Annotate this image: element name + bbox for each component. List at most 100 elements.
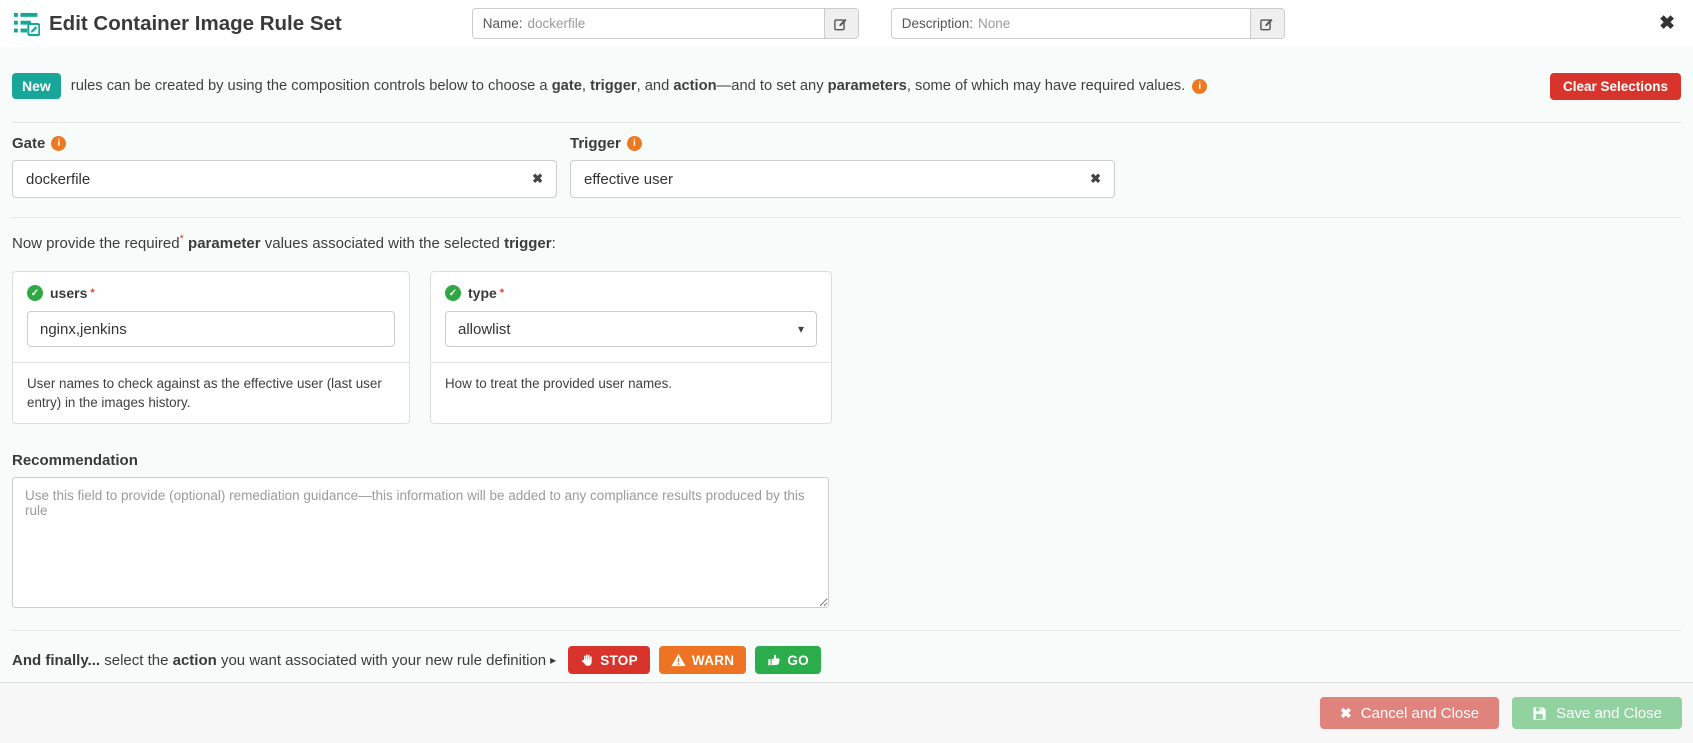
x-icon: ✖ bbox=[1339, 704, 1352, 721]
description-field-label: Description: bbox=[901, 16, 974, 31]
edit-name-button[interactable] bbox=[823, 9, 858, 38]
check-circle-icon: ✓ bbox=[445, 285, 461, 301]
close-icon[interactable]: ✖ bbox=[1659, 14, 1675, 33]
intro-row: New rules can be created by using the co… bbox=[12, 72, 1681, 100]
intro-seg: rules can be created by using the compos… bbox=[70, 78, 552, 94]
name-field-label: Name: bbox=[482, 16, 523, 31]
type-label-row: ✓ type * bbox=[445, 285, 817, 301]
parameter-word: parameter bbox=[188, 235, 261, 252]
description-field-value: None bbox=[978, 16, 1011, 31]
chevron-down-icon: ▾ bbox=[797, 322, 804, 336]
type-param-name: type bbox=[468, 285, 497, 301]
required-asterisk: * bbox=[90, 287, 95, 299]
gate-column: Gate i dockerfile ✖ bbox=[12, 135, 557, 198]
dialog-footer: ✖ Cancel and Close Save and Close bbox=[0, 682, 1693, 743]
info-icon[interactable]: i bbox=[51, 136, 67, 151]
dialog-body: New rules can be created by using the co… bbox=[0, 47, 1693, 682]
action-seg: select the bbox=[100, 651, 173, 669]
rule-set-edit-icon bbox=[14, 12, 40, 36]
warn-action-button[interactable]: WARN bbox=[658, 646, 747, 675]
gate-label: Gate bbox=[12, 135, 46, 152]
cancel-button-label: Cancel and Close bbox=[1360, 704, 1480, 722]
gate-label-row: Gate i bbox=[12, 135, 557, 152]
action-seg: you want associated with your new rule d… bbox=[216, 651, 547, 669]
intro-trigger-word: trigger bbox=[590, 78, 637, 94]
intro-seg: —and to set any bbox=[716, 78, 828, 94]
description-field-text: Description: None bbox=[892, 9, 1250, 38]
intro-action-word: action bbox=[673, 78, 717, 94]
clear-trigger-icon[interactable]: ✖ bbox=[1090, 171, 1101, 187]
save-button-label: Save and Close bbox=[1556, 704, 1662, 722]
gate-select[interactable]: dockerfile ✖ bbox=[12, 160, 557, 198]
warn-button-label: WARN bbox=[691, 652, 735, 668]
pencil-square-icon bbox=[1260, 18, 1273, 30]
users-param-name: users bbox=[50, 285, 88, 301]
edit-description-button[interactable] bbox=[1249, 9, 1284, 38]
divider bbox=[12, 217, 1681, 218]
rule-set-description-field[interactable]: Description: None bbox=[890, 8, 1285, 39]
users-input[interactable] bbox=[27, 311, 395, 347]
pencil-square-icon bbox=[834, 18, 847, 30]
intro-text: rules can be created by using the compos… bbox=[71, 78, 1185, 94]
new-badge: New bbox=[12, 73, 61, 99]
action-selection-row: And finally... select the action you wan… bbox=[12, 646, 1681, 675]
trigger-label: Trigger bbox=[570, 135, 621, 152]
intro-seg: , bbox=[581, 78, 591, 94]
recommendation-label: Recommendation bbox=[12, 452, 138, 470]
save-and-close-button[interactable]: Save and Close bbox=[1512, 697, 1682, 729]
go-button-label: GO bbox=[787, 652, 809, 668]
cancel-and-close-button[interactable]: ✖ Cancel and Close bbox=[1319, 697, 1500, 729]
required-asterisk: * bbox=[499, 287, 505, 299]
type-card-top: ✓ type * allowlist ▾ bbox=[431, 272, 831, 362]
action-word: action bbox=[172, 651, 217, 669]
stop-button-label: STOP bbox=[600, 652, 638, 668]
dialog-header: Edit Container Image Rule Set Name: dock… bbox=[0, 0, 1693, 47]
params-seg: Now provide the required bbox=[12, 235, 180, 252]
intro-seg: , and bbox=[636, 78, 674, 94]
trigger-value: effective user bbox=[584, 170, 673, 188]
trigger-word: trigger bbox=[504, 235, 552, 252]
divider bbox=[12, 122, 1681, 123]
rule-set-name-field[interactable]: Name: dockerfile bbox=[471, 8, 859, 39]
pointer-right-icon: ▸ bbox=[550, 653, 557, 668]
check-circle-icon: ✓ bbox=[27, 285, 43, 301]
clear-gate-icon[interactable]: ✖ bbox=[532, 171, 543, 187]
info-icon[interactable]: i bbox=[1192, 78, 1208, 94]
stop-action-button[interactable]: STOP bbox=[568, 646, 650, 675]
users-card-top: ✓ users * bbox=[13, 272, 409, 362]
go-action-button[interactable]: GO bbox=[755, 646, 821, 675]
info-icon[interactable]: i bbox=[626, 136, 642, 151]
parameter-cards-row: ✓ users * User names to check against as… bbox=[12, 271, 1681, 425]
type-select-value: allowlist bbox=[458, 320, 511, 338]
action-text: And finally... select the action you wan… bbox=[12, 652, 546, 669]
warning-triangle-icon bbox=[671, 653, 686, 667]
trigger-label-row: Trigger i bbox=[570, 135, 1115, 152]
save-floppy-icon bbox=[1533, 706, 1546, 720]
trigger-column: Trigger i effective user ✖ bbox=[570, 135, 1115, 198]
intro-parameters-word: parameters bbox=[827, 78, 907, 94]
users-label-row: ✓ users * bbox=[27, 285, 395, 301]
and-finally-text: And finally... bbox=[12, 651, 101, 669]
thumbs-up-icon bbox=[768, 654, 780, 666]
gate-value: dockerfile bbox=[26, 170, 91, 188]
clear-selections-button[interactable]: Clear Selections bbox=[1549, 72, 1681, 100]
trigger-select[interactable]: effective user ✖ bbox=[570, 160, 1115, 198]
parameters-intro-text: Now provide the required* parameter valu… bbox=[12, 233, 1681, 252]
type-param-description: How to treat the provided user names. bbox=[431, 362, 831, 423]
intro-gate-word: gate bbox=[551, 78, 582, 94]
recommendation-textarea[interactable] bbox=[12, 477, 829, 609]
gate-trigger-row: Gate i dockerfile ✖ Trigger i effective … bbox=[12, 135, 1681, 198]
name-field-value: dockerfile bbox=[527, 16, 586, 31]
users-param-description: User names to check against as the effec… bbox=[13, 362, 409, 423]
params-seg: values associated with the selected bbox=[260, 235, 505, 252]
hand-stop-icon bbox=[582, 654, 592, 666]
intro-seg: , some of which may have required values… bbox=[906, 78, 1186, 94]
params-seg: : bbox=[551, 235, 556, 252]
type-select[interactable]: allowlist ▾ bbox=[445, 311, 817, 347]
divider bbox=[12, 630, 1681, 632]
parameter-card-type: ✓ type * allowlist ▾ How to treat the pr… bbox=[430, 271, 832, 425]
parameter-card-users: ✓ users * User names to check against as… bbox=[12, 271, 410, 425]
page-title: Edit Container Image Rule Set bbox=[49, 11, 342, 35]
name-field-text: Name: dockerfile bbox=[473, 9, 824, 38]
edit-rule-set-dialog: Edit Container Image Rule Set Name: dock… bbox=[0, 0, 1693, 743]
